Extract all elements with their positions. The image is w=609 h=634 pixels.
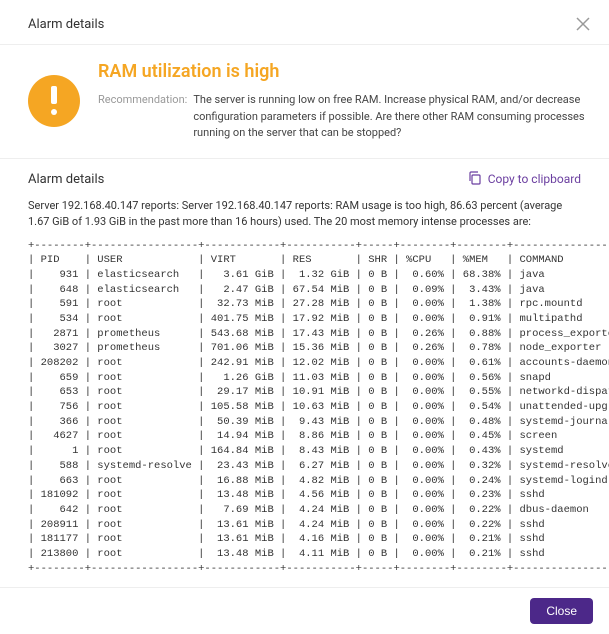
recommendation-text: The server is running low on free RAM. I… [193,92,599,142]
report-intro: Server 192.168.40.147 reports: Server 19… [28,198,581,231]
close-icon[interactable] [573,14,593,34]
alarm-title: RAM utilization is high [98,61,599,82]
copy-icon [468,171,482,188]
warning-icon [28,75,80,127]
copy-label: Copy to clipboard [488,172,581,186]
modal-title: Alarm details [28,17,104,32]
details-title: Alarm details [28,172,104,187]
close-button[interactable]: Close [530,598,593,624]
process-table: +--------+-----------------+------------… [28,239,581,577]
recommendation-label: Recommendation: [98,92,187,142]
copy-to-clipboard-button[interactable]: Copy to clipboard [468,171,581,188]
